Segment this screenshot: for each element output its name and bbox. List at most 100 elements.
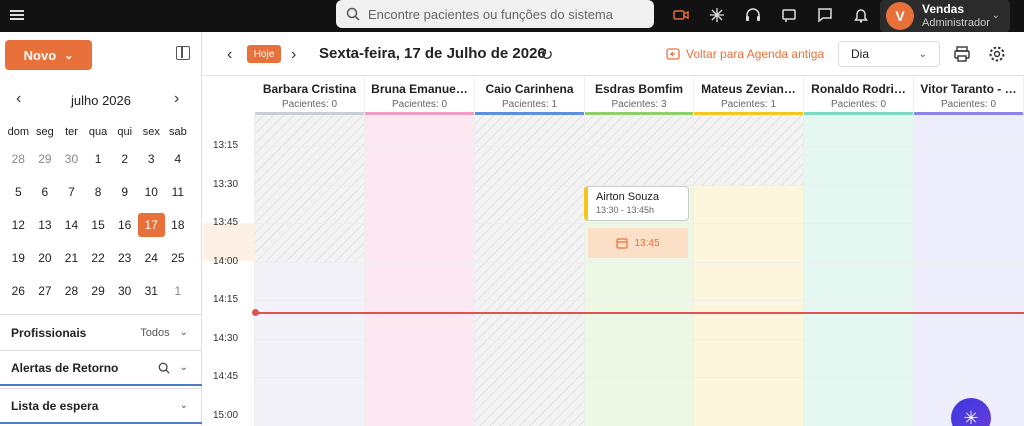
menu-icon[interactable] bbox=[10, 8, 24, 22]
refresh-icon[interactable]: ↻ bbox=[540, 45, 553, 65]
print-icon[interactable] bbox=[953, 45, 971, 63]
calendar-day[interactable]: 6 bbox=[32, 185, 59, 199]
current-date: Sexta-feira, 17 de Julho de 2026 bbox=[319, 45, 546, 62]
current-time-line bbox=[255, 312, 1024, 314]
calendar-day[interactable]: 17 bbox=[137, 212, 165, 237]
new-button-label: Novo bbox=[23, 47, 57, 63]
calendar-day[interactable]: 4 bbox=[165, 152, 192, 166]
calendar-day[interactable]: 25 bbox=[165, 251, 192, 265]
professional-column[interactable] bbox=[694, 115, 804, 426]
appointment-card[interactable]: Airton Souza 13:30 - 13:45h bbox=[584, 186, 689, 221]
calendar-day[interactable]: 20 bbox=[32, 251, 59, 265]
calendar-day[interactable]: 31 bbox=[138, 284, 165, 298]
professional-name: Esdras Bomfim bbox=[594, 82, 684, 96]
calendar-day[interactable]: 10 bbox=[138, 185, 165, 199]
time-label: 13:45 bbox=[213, 217, 239, 228]
calendar-day[interactable]: 16 bbox=[111, 218, 138, 232]
calendar-day[interactable]: 2 bbox=[111, 152, 138, 166]
calendar-day[interactable]: 29 bbox=[85, 284, 112, 298]
calendar-day[interactable]: 28 bbox=[5, 152, 32, 166]
professional-column-header[interactable]: Vitor Taranto - … Pacientes: 0 bbox=[914, 76, 1024, 115]
return-alerts[interactable]: Alertas de Retorno ⌄ bbox=[0, 350, 202, 386]
calendar-day[interactable]: 12 bbox=[5, 218, 32, 232]
search-icon[interactable] bbox=[158, 362, 170, 374]
next-day-icon[interactable]: › bbox=[291, 46, 296, 64]
view-select[interactable]: Dia ⌄ bbox=[838, 41, 940, 67]
calendar-day[interactable]: 1 bbox=[165, 284, 192, 298]
calendar-icon bbox=[616, 238, 629, 249]
weekday: sab bbox=[168, 126, 187, 138]
calendar-day[interactable]: 24 bbox=[138, 251, 165, 265]
chevron-down-icon: ⌄ bbox=[179, 327, 188, 338]
calendar-day[interactable]: 21 bbox=[58, 251, 85, 265]
calendar-day[interactable]: 14 bbox=[58, 218, 85, 232]
available-block bbox=[255, 262, 364, 426]
calendar-day[interactable]: 11 bbox=[165, 185, 192, 199]
calendar-day[interactable]: 1 bbox=[85, 152, 112, 166]
waiting-list-label: Lista de espera bbox=[11, 398, 99, 413]
calendar-day[interactable]: 9 bbox=[111, 185, 138, 199]
calendar-day[interactable]: 28 bbox=[58, 284, 85, 298]
chat-icon[interactable] bbox=[816, 6, 834, 24]
headset-icon[interactable] bbox=[744, 6, 762, 24]
calendar-day[interactable]: 26 bbox=[5, 284, 32, 298]
patient-count: Pacientes: 0 bbox=[281, 99, 338, 110]
sparkle-icon[interactable] bbox=[708, 6, 726, 24]
back-to-old-agenda-link[interactable]: Voltar para Agenda antiga bbox=[666, 47, 824, 61]
calendar-day[interactable]: 19 bbox=[5, 251, 32, 265]
professional-name: Vitor Taranto - … bbox=[920, 82, 1017, 96]
collapse-sidebar-icon[interactable] bbox=[176, 46, 190, 60]
professional-column-header[interactable]: Ronaldo Rodri… Pacientes: 0 bbox=[804, 76, 914, 115]
professional-name: Barbara Cristina bbox=[262, 82, 357, 96]
calendar-day[interactable]: 18 bbox=[165, 218, 192, 232]
calendar-day[interactable]: 7 bbox=[58, 185, 85, 199]
chevron-down-icon: ⌄ bbox=[64, 49, 74, 62]
gear-icon[interactable] bbox=[988, 45, 1006, 63]
calendar-day[interactable]: 15 bbox=[85, 218, 112, 232]
professional-column-header[interactable]: Mateus Zevian… Pacientes: 1 bbox=[694, 76, 804, 115]
weekday-row: dom seg ter qua qui sex sab bbox=[5, 122, 197, 142]
patient-count: Pacientes: 0 bbox=[830, 99, 887, 110]
professional-column-header[interactable]: Caio Carinhena Pacientes: 1 bbox=[475, 76, 585, 115]
professional-column-header[interactable]: Barbara Cristina Pacientes: 0 bbox=[255, 76, 365, 115]
next-month-icon[interactable]: › bbox=[174, 90, 179, 108]
calendar-day[interactable]: 30 bbox=[111, 284, 138, 298]
professionals-value: Todos bbox=[140, 326, 170, 339]
video-icon[interactable] bbox=[672, 6, 690, 24]
calendar-day[interactable]: 29 bbox=[32, 152, 59, 166]
calendar-day[interactable]: 3 bbox=[138, 152, 165, 166]
calendar-day[interactable]: 23 bbox=[111, 251, 138, 265]
today-button[interactable]: Hoje bbox=[247, 45, 281, 63]
calendar-day[interactable]: 30 bbox=[58, 152, 85, 166]
search-input[interactable]: Encontre pacientes ou funções do sistema bbox=[336, 0, 654, 28]
waiting-list[interactable]: Lista de espera ⌄ bbox=[0, 388, 202, 424]
calendar-week: 12 13 14 15 16 17 18 bbox=[5, 208, 197, 241]
sparkle-icon: ✳ bbox=[963, 407, 979, 426]
professional-name: Bruna Emanue… bbox=[371, 82, 468, 96]
professional-column[interactable] bbox=[914, 115, 1024, 426]
unavailable-block bbox=[585, 115, 693, 185]
time-label: 14:45 bbox=[213, 371, 239, 382]
calendar-day[interactable]: 5 bbox=[5, 185, 32, 199]
professionals-filter[interactable]: Profissionais Todos ⌄ bbox=[0, 314, 202, 350]
calendar-day[interactable]: 8 bbox=[85, 185, 112, 199]
weekday: sex bbox=[142, 126, 160, 138]
calendar-day[interactable]: 27 bbox=[32, 284, 59, 298]
professional-column-header[interactable]: Bruna Emanue… Pacientes: 0 bbox=[365, 76, 475, 115]
prev-day-icon[interactable]: ‹ bbox=[227, 46, 232, 64]
professional-column[interactable] bbox=[365, 115, 475, 426]
calendar-day[interactable]: 22 bbox=[85, 251, 112, 265]
open-slot[interactable]: 13:45 bbox=[588, 228, 688, 258]
professional-column[interactable] bbox=[255, 115, 365, 426]
professional-column-header[interactable]: Esdras Bomfim Pacientes: 3 bbox=[585, 76, 694, 115]
user-menu[interactable]: V Vendas Administrador ⌄ bbox=[880, 0, 1010, 32]
professional-column[interactable] bbox=[475, 115, 585, 426]
sidebar: Novo ⌄ ‹ julho 2026 › dom seg ter qua qu… bbox=[0, 32, 202, 426]
new-button[interactable]: Novo ⌄ bbox=[5, 40, 92, 70]
announce-icon[interactable] bbox=[780, 6, 798, 24]
calendar-day[interactable]: 13 bbox=[32, 218, 59, 232]
professional-column[interactable] bbox=[804, 115, 914, 426]
calendar-week: 26 27 28 29 30 31 1 bbox=[5, 274, 197, 307]
professional-column[interactable] bbox=[585, 115, 694, 426]
bell-icon[interactable] bbox=[852, 6, 870, 24]
